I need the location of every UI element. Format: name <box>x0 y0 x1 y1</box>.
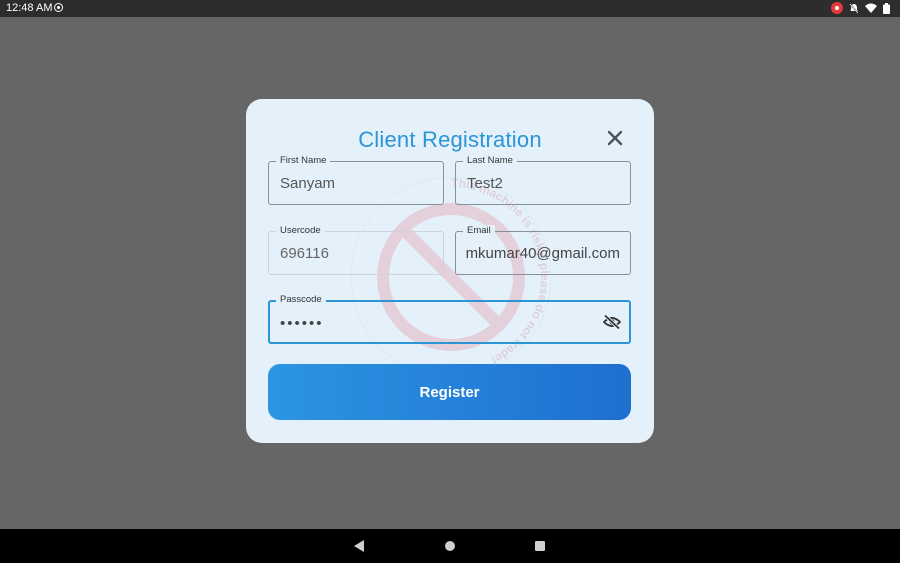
status-time: 12:48 AM <box>6 2 53 14</box>
passcode-field[interactable]: Passcode •••••• <box>268 294 631 344</box>
last-name-label: Last Name <box>463 155 517 167</box>
status-icons <box>831 2 890 14</box>
email-label: Email <box>463 225 495 237</box>
usercode-label: Usercode <box>276 225 325 237</box>
email-field[interactable]: Email mkumar40@gmail.com <box>455 225 631 275</box>
usercode-field: Usercode 696116 <box>268 225 444 275</box>
last-name-value: Test2 <box>467 175 503 192</box>
register-button[interactable]: Register <box>268 364 631 420</box>
first-name-field[interactable]: First Name Sanyam <box>268 155 444 205</box>
dialog-title: Client Registration <box>358 127 542 152</box>
visibility-off-icon[interactable] <box>603 314 621 330</box>
last-name-field[interactable]: Last Name Test2 <box>455 155 631 205</box>
first-name-value: Sanyam <box>280 175 336 192</box>
battery-icon <box>883 2 890 14</box>
close-icon[interactable] <box>606 129 624 147</box>
first-name-label: First Name <box>276 155 331 167</box>
navigation-bar <box>0 529 900 563</box>
passcode-value: •••••• <box>280 315 324 332</box>
home-icon[interactable] <box>445 541 455 551</box>
notifications-off-icon <box>849 3 859 14</box>
screen-record-icon <box>831 2 843 14</box>
wifi-icon <box>865 3 877 13</box>
record-indicator-icon <box>54 3 63 12</box>
usercode-value: 696116 <box>280 245 329 262</box>
email-value: mkumar40@gmail.com <box>466 245 620 262</box>
client-registration-dialog: This machine is risky, please do not tra… <box>246 99 654 443</box>
back-icon[interactable] <box>354 540 365 552</box>
passcode-label: Passcode <box>276 294 326 306</box>
recent-apps-icon[interactable] <box>535 541 545 551</box>
status-bar: 12:48 AM <box>0 0 900 17</box>
